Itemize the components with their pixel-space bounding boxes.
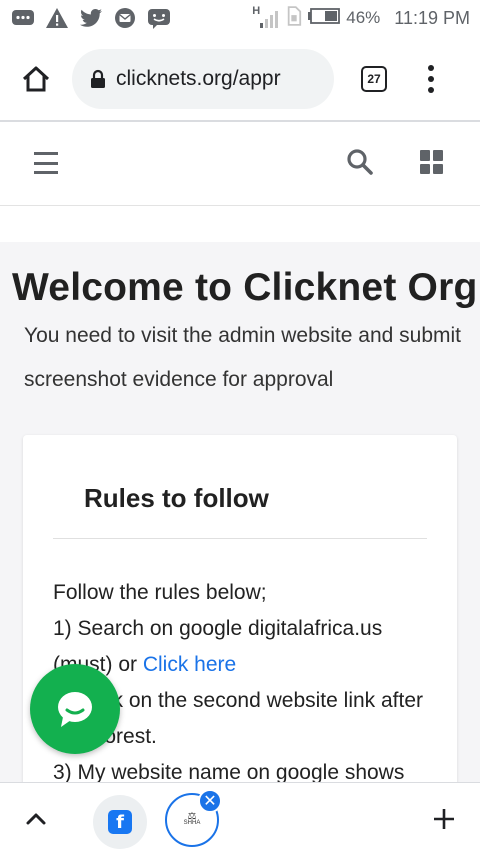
rules-title: Rules to follow	[84, 483, 269, 513]
chevron-up-icon[interactable]	[22, 805, 50, 833]
sim-icon	[286, 5, 302, 31]
facebook-icon: f	[108, 810, 132, 834]
gmail-icon	[112, 7, 138, 29]
page-title: Welcome to Clicknet Org	[12, 266, 478, 309]
home-button[interactable]	[10, 53, 62, 105]
status-bar: H 46% 11:19 PM	[0, 0, 480, 36]
dot	[428, 65, 434, 71]
more-menu-button[interactable]	[416, 53, 446, 105]
rule-1: 1) Search on google digitalafrica.us	[53, 617, 383, 640]
url-text[interactable]: clicknets.org/appr	[116, 67, 316, 91]
new-tab-plus-icon[interactable]	[430, 805, 458, 833]
rule-3: 3) My website name on google shows	[53, 761, 405, 782]
battery-icon	[308, 7, 341, 29]
network-type-label: H	[252, 5, 261, 17]
hamburger-menu-icon[interactable]	[34, 152, 58, 174]
clock: 11:19 PM	[394, 7, 470, 28]
close-tab-icon[interactable]: ✕	[198, 789, 222, 813]
tab-facebook[interactable]: f	[93, 795, 147, 849]
chat-icon	[58, 692, 92, 727]
battery-percent: 46%	[346, 8, 381, 27]
rules-intro: Follow the rules below;	[53, 581, 267, 604]
home-icon	[22, 66, 50, 92]
search-icon[interactable]	[346, 148, 374, 176]
bottom-tab-bar: f ⚖ SHHA ✕	[0, 782, 480, 854]
dot	[428, 87, 434, 93]
chat-button[interactable]	[30, 664, 120, 754]
intro-text: You need to visit the admin website and …	[24, 324, 461, 391]
address-bar[interactable]: clicknets.org/appr	[72, 49, 334, 109]
message-icon	[10, 7, 36, 29]
warning-icon	[44, 7, 70, 29]
card-divider	[53, 538, 427, 539]
notification-icons	[10, 7, 172, 29]
site-header	[0, 122, 480, 206]
site-tab-label: SHHA	[183, 820, 201, 826]
site-favicon: ⚖ SHHA	[183, 811, 201, 827]
twitter-icon	[78, 7, 104, 29]
lock-icon	[91, 69, 105, 88]
signal-icon: H	[252, 5, 280, 29]
rule-1-cont: (must) or Click here	[53, 647, 433, 683]
click-here-link[interactable]: Click here	[143, 653, 236, 676]
chat-bubble-icon	[146, 7, 172, 29]
tab-switcher-button[interactable]: 27	[354, 53, 394, 105]
browser-toolbar: clicknets.org/appr 27	[0, 38, 480, 120]
apps-grid-icon[interactable]	[420, 150, 444, 174]
rules-body: Follow the rules below; 1) Search on goo…	[53, 575, 433, 782]
tab-count: 27	[361, 66, 387, 92]
system-status: H 46% 11:19 PM	[252, 5, 470, 31]
dot	[428, 76, 434, 82]
